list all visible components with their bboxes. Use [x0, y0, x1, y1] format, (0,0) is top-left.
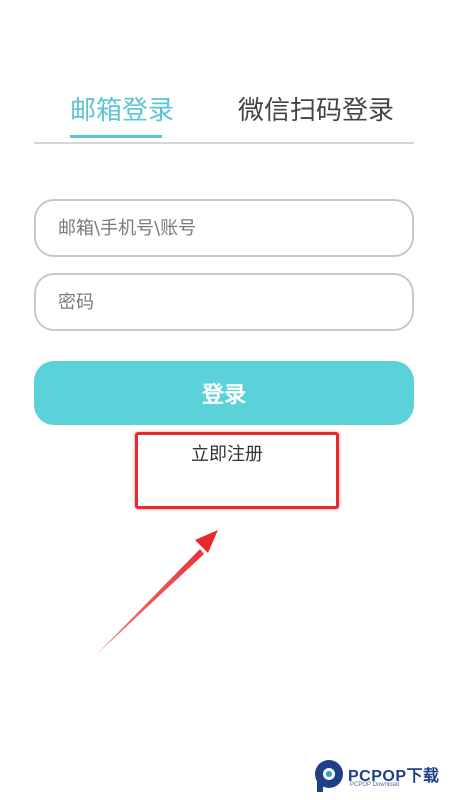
pcpop-logo-icon	[315, 760, 343, 792]
login-tabs: 邮箱登录 微信扫码登录	[34, 86, 414, 144]
active-tab-indicator	[70, 135, 162, 138]
tab-wechat-login[interactable]: 微信扫码登录	[238, 94, 394, 128]
annotation-highlight-box	[135, 432, 339, 509]
pcpop-watermark: PCPOP下载 PCPOP Download	[312, 756, 446, 796]
account-input[interactable]	[34, 199, 414, 257]
password-input[interactable]	[34, 273, 414, 331]
watermark-subtitle: PCPOP Download	[350, 782, 400, 788]
login-button[interactable]: 登录	[34, 361, 414, 425]
tab-email-login[interactable]: 邮箱登录	[70, 94, 174, 128]
